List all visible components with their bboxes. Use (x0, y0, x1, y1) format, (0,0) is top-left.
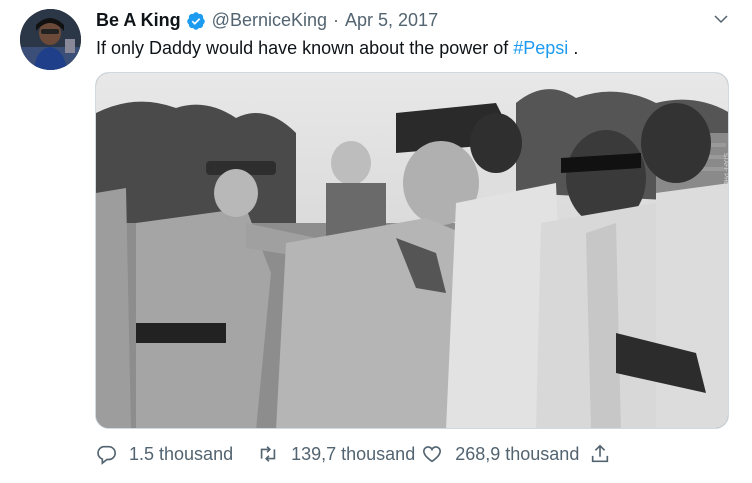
tweet-text: If only Daddy would have known about the… (96, 38, 578, 59)
tweet-date[interactable]: Apr 5, 2017 (345, 10, 438, 31)
share-icon (592, 444, 609, 463)
avatar[interactable] (20, 9, 81, 70)
tweet-text-prefix: If only Daddy would have known about the… (96, 38, 514, 58)
chevron-down-icon[interactable] (712, 10, 730, 28)
heart-icon (423, 446, 442, 463)
tweet-actions: 1.5 thousand 139,7 thousand 268,9 thousa… (95, 443, 611, 465)
share-button[interactable] (589, 443, 611, 465)
author-name[interactable]: Be A King (96, 10, 181, 31)
retweet-icon (260, 446, 276, 462)
reply-count: 1.5 thousand (129, 443, 234, 464)
hashtag-link[interactable]: #Pepsi (513, 38, 568, 58)
like-count: 268,9 thousand (455, 443, 580, 464)
tweet: Be A King @BerniceKing · Apr 5, 2017 If … (0, 0, 752, 483)
protest-photo: STAFF PHOTO (96, 73, 728, 428)
reply-button[interactable]: 1.5 thousand (95, 443, 233, 465)
tweet-header: Be A King @BerniceKing · Apr 5, 2017 (96, 10, 438, 31)
verified-badge-icon (186, 11, 205, 30)
like-button[interactable]: 268,9 thousand (421, 443, 579, 465)
author-handle[interactable]: @BerniceKing (212, 10, 327, 31)
tweet-photo[interactable]: STAFF PHOTO (95, 72, 729, 429)
svg-text:STAFF PHOTO: STAFF PHOTO (722, 153, 728, 195)
retweet-count: 139,7 thousand (291, 443, 416, 464)
avatar-image (20, 9, 81, 70)
reply-icon (97, 445, 116, 465)
header-separator: · (333, 10, 340, 30)
retweet-button[interactable]: 139,7 thousand (257, 443, 415, 465)
tweet-text-suffix: . (568, 38, 579, 58)
